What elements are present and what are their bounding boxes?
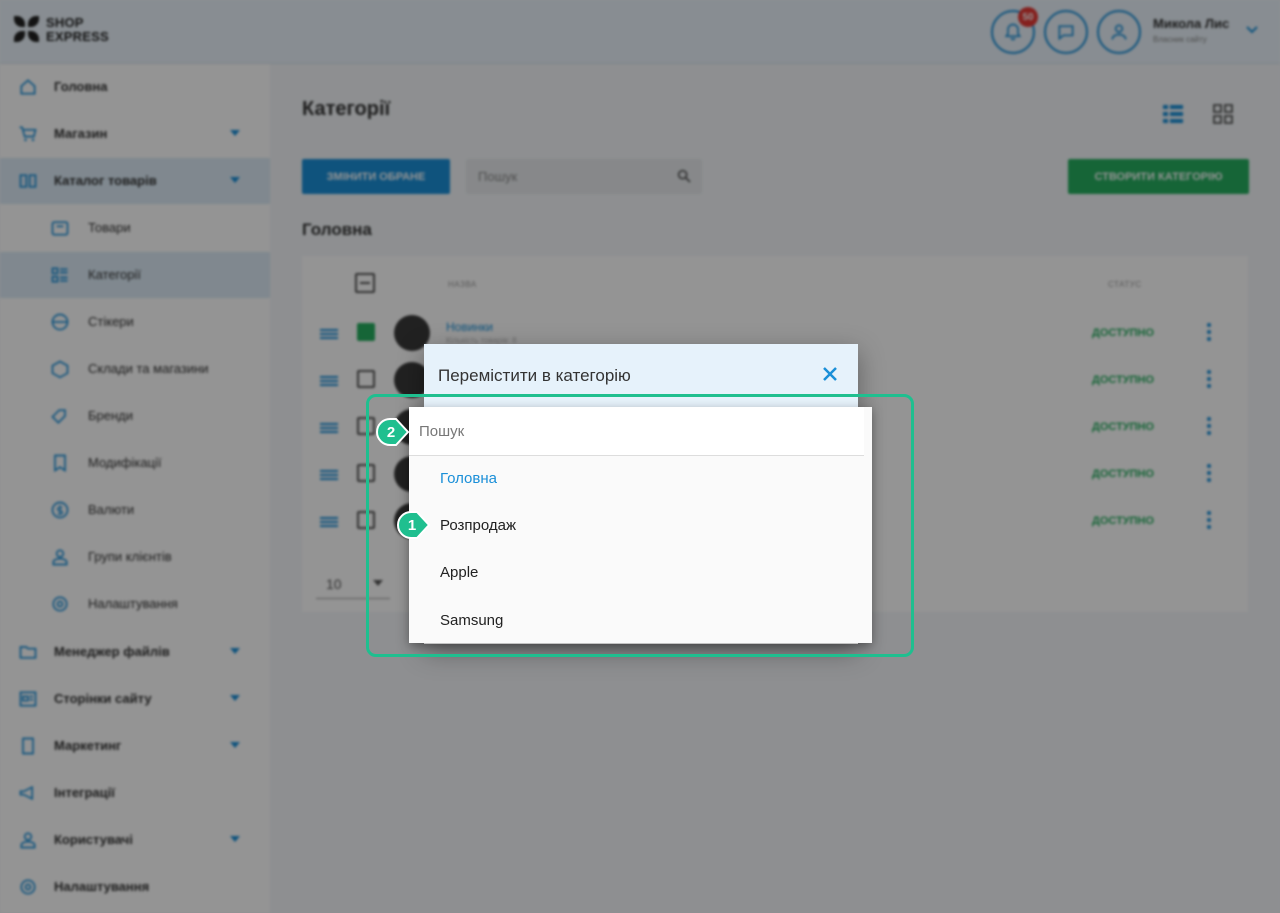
step-marker-2: 2: [376, 418, 410, 446]
highlight-frame: [366, 394, 914, 657]
svg-text:2: 2: [387, 424, 395, 441]
svg-text:1: 1: [408, 517, 416, 534]
dialog-title: Перемістити в категорію: [438, 366, 631, 385]
close-icon[interactable]: [822, 366, 838, 382]
step-marker-1: 1: [397, 511, 431, 539]
